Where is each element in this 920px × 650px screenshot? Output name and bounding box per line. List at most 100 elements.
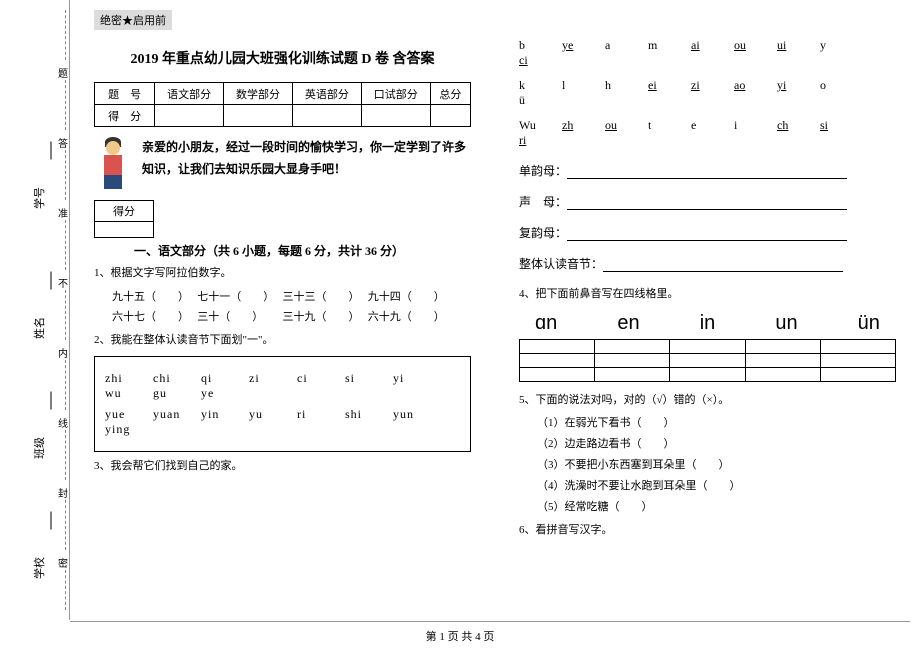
score-th: 语文部分 [155,83,224,105]
side-blank [51,272,52,290]
py: yuan [153,407,197,422]
side-blank [51,392,52,410]
binding-rail: 学校 班级 姓名 学号 题 答 准 不 内 线 封 密 [0,0,70,620]
q4-big-row: ɑn en in un ün [519,312,896,335]
q1-item: 三十（ ） [197,311,258,323]
cat-label: 复韵母： [519,226,567,240]
big-py: in [700,312,716,335]
bottom-rule [70,621,910,622]
side-blank [51,142,52,160]
q2-row: yue yuan yin yu ri shi yun ying [105,407,460,437]
seal-dash [65,220,66,270]
seal-char: 题 [58,65,68,80]
seal-dash [65,290,66,340]
score-td [292,105,361,127]
py: gu [153,386,197,401]
seal-char: 封 [58,485,68,500]
score-th: 题 号 [95,83,155,105]
left-column: 绝密★启用前 2019 年重点幼儿园大班强化训练试题 D 卷 含答案 题 号 语… [70,0,495,620]
py: ci [297,371,341,386]
py: si [820,118,860,133]
section-heading: 一、语文部分（共 6 小题，每题 6 分，共计 36 分） [134,242,471,259]
side-label-name: 姓名 [31,317,47,339]
score-td [155,105,224,127]
intro-text: 亲爱的小朋友，经过一段时间的愉快学习，你一定学到了许多知识，让我们去知识乐园大显… [142,137,471,180]
py: e [691,118,731,133]
q5-item: （5）经常吃糖（ ） [537,497,896,518]
seal-char: 答 [58,135,68,150]
score-th: 英语部分 [292,83,361,105]
py: a [605,38,645,53]
four-line-grid [519,339,896,382]
side-blank [51,512,52,530]
side-label-school: 学校 [31,557,47,579]
seal-char: 不 [58,275,68,290]
score-td: 得 分 [95,105,155,127]
blank [567,165,847,179]
py: yi [393,371,437,386]
blank [603,258,843,272]
q1-item: 九十五（ ） [112,291,184,303]
mini-score-box: 得分 [94,200,154,238]
py: ying [105,422,149,437]
py: ü [519,93,559,108]
q5-item: （2）边走路边看书（ ） [537,434,896,455]
py: zi [249,371,293,386]
py: ou [605,118,645,133]
py: ri [297,407,341,422]
cat-label: 单韵母： [519,164,567,178]
py: k [519,78,559,93]
mini-score-label: 得分 [95,201,153,221]
big-py: ɑn [535,312,557,335]
py: chi [153,371,197,386]
q2-box: zhi chi qi zi ci si yi wu gu ye yue yuan… [94,356,471,452]
q1-row: 六十七（ ） 三十（ ） 三十九（ ） 六十九（ ） [112,307,471,328]
py: h [605,78,645,93]
q1-item: 三十三（ ） [283,291,355,303]
side-label-class: 班级 [31,437,47,459]
big-py: en [617,312,639,335]
q5: 5、下面的说法对吗，对的（√）错的（×）。 [519,392,896,410]
py: yun [393,407,437,422]
py-row: Wu zh ou t e i ch si ri [519,118,896,148]
py: ye [562,38,602,53]
score-th: 口试部分 [361,83,430,105]
seal-dash [65,360,66,410]
py: t [648,118,688,133]
py: wu [105,386,149,401]
intro-row: 亲爱的小朋友，经过一段时间的愉快学习，你一定学到了许多知识，让我们去知识乐园大显… [94,137,471,192]
category-compound: 复韵母： [519,224,896,241]
py: m [648,38,688,53]
category-single: 单韵母： [519,162,896,179]
q2-row: zhi chi qi zi ci si yi wu gu ye [105,371,460,401]
secret-label: 绝密★启用前 [94,10,172,30]
right-column: b ye a m ai ou ui y ci k l h ei zi ao yi… [495,0,920,620]
py: zi [691,78,731,93]
mini-score-blank [95,221,153,237]
py: ch [777,118,817,133]
seal-char: 密 [58,555,68,570]
py: zh [562,118,602,133]
py: ye [201,386,245,401]
seal-dash [65,80,66,130]
score-table: 题 号 语文部分 数学部分 英语部分 口试部分 总分 得 分 [94,82,471,127]
seal-dash [65,430,66,480]
q1-item: 六十九（ ） [368,311,445,323]
q5-item: （3）不要把小东西塞到耳朵里（ ） [537,455,896,476]
py-row: b ye a m ai ou ui y ci [519,38,896,68]
q1-item: 六十七（ ） [112,311,184,323]
py: shi [345,407,389,422]
seal-dash [65,500,66,550]
py: ci [519,53,559,68]
py: ao [734,78,774,93]
child-icon [94,137,134,192]
q1-row: 九十五（ ） 七十一（ ） 三十三（ ） 九十四（ ） [112,287,471,308]
py: si [345,371,389,386]
seal-char: 准 [58,205,68,220]
seal-dash [65,150,66,200]
exam-title: 2019 年重点幼儿园大班强化训练试题 D 卷 含答案 [94,48,471,68]
q6: 6、看拼音写汉字。 [519,522,896,540]
q3: 3、我会帮它们找到自己的家。 [94,458,471,476]
seal-dash [65,10,66,60]
py: o [820,78,860,93]
